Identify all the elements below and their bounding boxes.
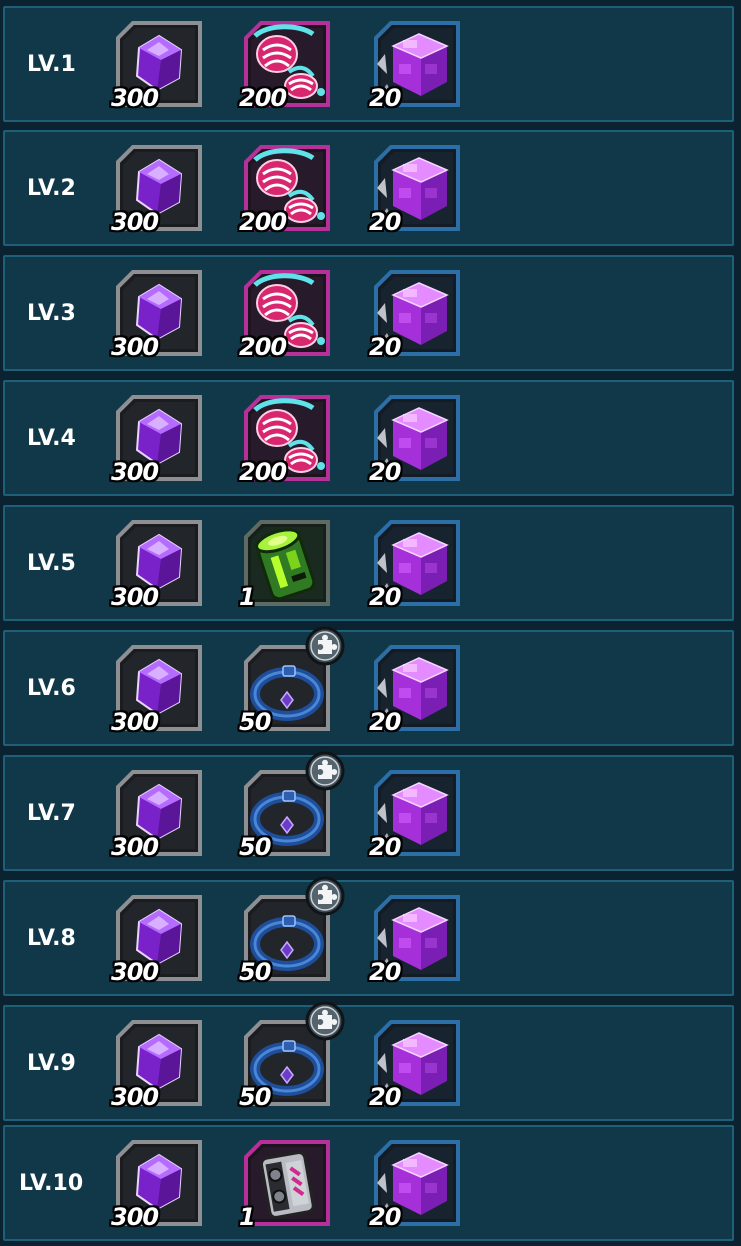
item-quantity: 1: [239, 1203, 256, 1231]
reward-item-slot[interactable]: 300: [111, 519, 207, 611]
level-label: LV.8: [27, 925, 76, 951]
item-quantity: 20: [369, 833, 401, 861]
level-label: LV.6: [27, 675, 76, 701]
reward-item-slot[interactable]: 300: [111, 769, 207, 861]
item-quantity: 200: [239, 84, 287, 112]
item-quantity: 20: [369, 208, 401, 236]
item-quantity: 300: [111, 583, 159, 611]
level-label: LV.7: [27, 800, 76, 826]
item-quantity: 200: [239, 458, 287, 486]
reward-row-level-3: LV.3 300 200 20: [3, 255, 734, 371]
item-quantity: 20: [369, 1083, 401, 1111]
reward-row-level-5: LV.5 300 1 20: [3, 505, 734, 621]
reward-item-slot[interactable]: 50: [239, 626, 345, 736]
reward-item-slot[interactable]: 300: [111, 1019, 207, 1111]
item-quantity: 300: [111, 333, 159, 361]
reward-item-slot[interactable]: 300: [111, 644, 207, 736]
level-label: LV.2: [27, 175, 76, 201]
reward-item-slot[interactable]: 200: [239, 269, 335, 361]
item-quantity: 200: [239, 333, 287, 361]
reward-item-slot[interactable]: 300: [111, 394, 207, 486]
reward-item-slot[interactable]: 20: [369, 894, 465, 986]
puzzle-piece-icon: [305, 876, 345, 916]
camera-device-icon: [259, 1151, 315, 1219]
reward-item-slot[interactable]: 20: [369, 269, 465, 361]
reward-item-slot[interactable]: 1: [239, 1139, 335, 1231]
reward-row-level-8: LV.8 300 50 20: [3, 876, 734, 996]
item-quantity: 300: [111, 1203, 159, 1231]
item-quantity: 1: [239, 583, 256, 611]
reward-row-level-1: LV.1 300 200 20: [3, 6, 734, 122]
reward-item-slot[interactable]: 20: [369, 644, 465, 736]
reward-item-slot[interactable]: 50: [239, 751, 345, 861]
puzzle-piece-icon: [305, 626, 345, 666]
item-quantity: 300: [111, 458, 159, 486]
level-label: LV.5: [27, 550, 76, 576]
item-quantity: 200: [239, 208, 287, 236]
level-label: LV.3: [27, 300, 76, 326]
item-quantity: 300: [111, 84, 159, 112]
reward-row-level-7: LV.7 300 50 20: [3, 751, 734, 871]
item-quantity: 300: [111, 1083, 159, 1111]
reward-item-slot[interactable]: 300: [111, 144, 207, 236]
item-quantity: 20: [369, 458, 401, 486]
reward-item-slot[interactable]: 20: [369, 1019, 465, 1111]
item-quantity: 300: [111, 833, 159, 861]
reward-row-level-9: LV.9 300 50 20: [3, 1001, 734, 1121]
reward-item-slot[interactable]: 50: [239, 876, 345, 986]
reward-item-slot[interactable]: 300: [111, 269, 207, 361]
reward-item-slot[interactable]: 50: [239, 1001, 345, 1111]
item-quantity: 50: [239, 1083, 271, 1111]
item-quantity: 20: [369, 708, 401, 736]
reward-row-level-4: LV.4 300 200 20: [3, 380, 734, 496]
reward-item-slot[interactable]: 20: [369, 394, 465, 486]
reward-item-slot[interactable]: 20: [369, 519, 465, 611]
level-label: LV.9: [27, 1050, 76, 1076]
reward-item-slot[interactable]: 200: [239, 20, 335, 112]
item-quantity: 20: [369, 333, 401, 361]
puzzle-piece-icon: [305, 751, 345, 791]
reward-item-slot[interactable]: 300: [111, 20, 207, 112]
level-reward-list: LV.1 300 200 20 LV.2 300 200 20 LV.3 300…: [0, 0, 741, 1246]
reward-item-slot[interactable]: 200: [239, 144, 335, 236]
item-quantity: 20: [369, 958, 401, 986]
level-label: LV.1: [27, 51, 76, 77]
reward-item-slot[interactable]: 20: [369, 20, 465, 112]
item-quantity: 20: [369, 1203, 401, 1231]
reward-item-slot[interactable]: 300: [111, 1139, 207, 1231]
reward-item-slot[interactable]: 1: [239, 519, 335, 611]
item-quantity: 20: [369, 583, 401, 611]
reward-row-level-2: LV.2 300 200 20: [3, 130, 734, 246]
item-quantity: 50: [239, 833, 271, 861]
reward-item-slot[interactable]: 20: [369, 1139, 465, 1231]
puzzle-piece-icon: [305, 1001, 345, 1041]
level-label: LV.10: [19, 1170, 84, 1196]
item-quantity: 50: [239, 708, 271, 736]
item-quantity: 300: [111, 708, 159, 736]
item-quantity: 300: [111, 958, 159, 986]
item-quantity: 50: [239, 958, 271, 986]
green-canister-icon: [255, 528, 316, 601]
reward-row-level-10: LV.10 300 1 20: [3, 1125, 734, 1241]
reward-row-level-6: LV.6 300 50 20: [3, 626, 734, 746]
item-quantity: 300: [111, 208, 159, 236]
reward-item-slot[interactable]: 200: [239, 394, 335, 486]
reward-item-slot[interactable]: 20: [369, 769, 465, 861]
level-label: LV.4: [27, 425, 76, 451]
reward-item-slot[interactable]: 20: [369, 144, 465, 236]
item-quantity: 20: [369, 84, 401, 112]
reward-item-slot[interactable]: 300: [111, 894, 207, 986]
